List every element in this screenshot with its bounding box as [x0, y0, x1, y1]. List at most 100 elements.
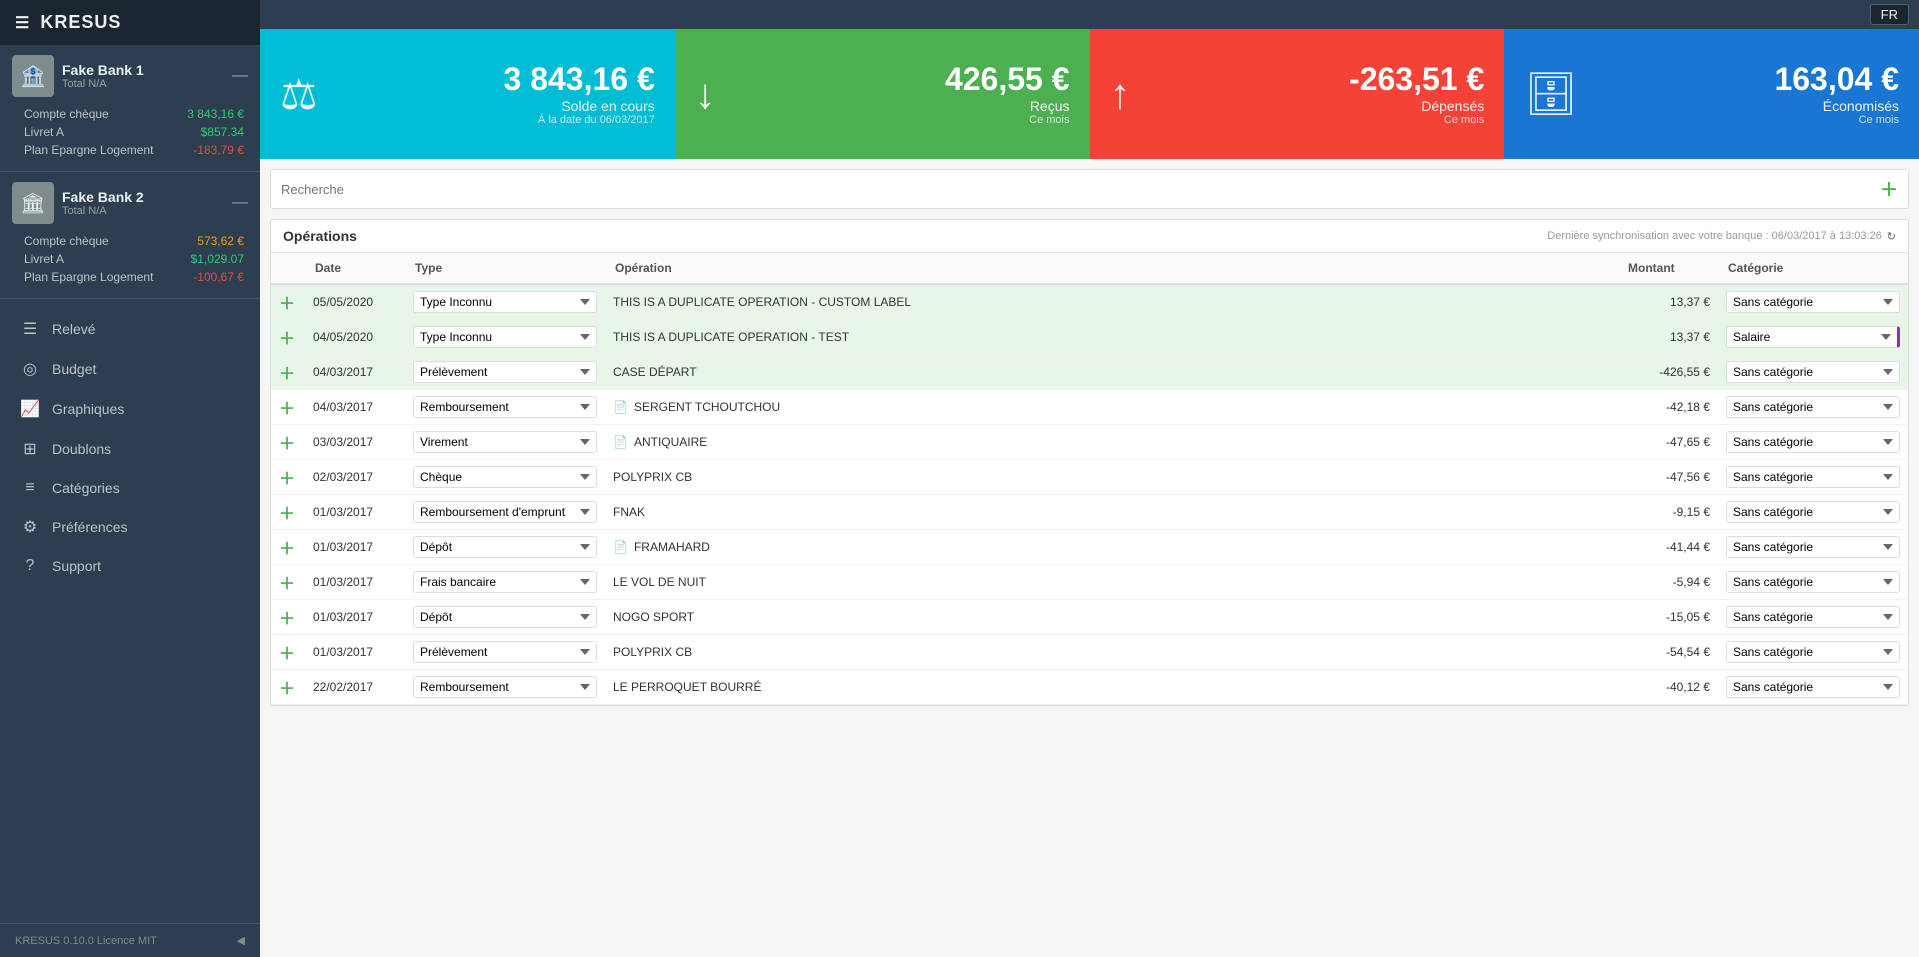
type-select[interactable]: Type Inconnu: [413, 326, 597, 348]
account-item[interactable]: Compte chèque 3 843,16 €: [20, 105, 248, 123]
category-select[interactable]: Sans catégorie: [1726, 291, 1900, 313]
row-type-cell: Frais bancaire: [405, 565, 605, 600]
category-select[interactable]: Sans catégorie: [1726, 536, 1900, 558]
row-add-button[interactable]: ＋: [279, 360, 297, 384]
hamburger-icon[interactable]: ☰: [15, 13, 30, 33]
operation-label: FRAMAHARD: [634, 540, 710, 554]
toggle-sidebar-icon[interactable]: ◀: [237, 934, 245, 947]
row-category-cell: Sans catégorie: [1718, 284, 1908, 320]
account-name: Compte chèque: [24, 107, 109, 121]
row-category-cell: Sans catégorie: [1718, 565, 1908, 600]
content-area: ＋ Opérations Dernière synchronisation av…: [260, 159, 1919, 957]
operation-label: ANTIQUAIRE: [634, 435, 707, 449]
operation-label: NOGO SPORT: [613, 610, 694, 624]
account-item[interactable]: Livret A $1,029.07: [20, 250, 248, 268]
sidebar-label-budget: Budget: [52, 361, 96, 377]
row-operation-cell: 📄 FRAMAHARD: [605, 530, 1618, 565]
row-add-button[interactable]: ＋: [279, 570, 297, 594]
table-row: ＋ 01/03/2017 Prélèvement POLYPRIX CB -54…: [271, 635, 1908, 670]
bank-name-bank2: Fake Bank 2: [62, 189, 144, 205]
sidebar-item-budget[interactable]: ◎ Budget: [0, 349, 260, 389]
account-item[interactable]: Livret A $857.34: [20, 123, 248, 141]
main-content: FR ⚖ 3 843,16 € Solde en cours À la date…: [260, 0, 1919, 957]
type-select[interactable]: Remboursement d'emprunt: [413, 501, 597, 523]
operation-label: LE PERROQUET BOURRÉ: [613, 680, 761, 694]
language-button[interactable]: FR: [1870, 4, 1909, 25]
type-select[interactable]: Dépôt: [413, 606, 597, 628]
type-select[interactable]: Frais bancaire: [413, 571, 597, 593]
row-type-cell: Chèque: [405, 460, 605, 495]
bank-header-bank1: 🏦 Fake Bank 1 Total N/A —: [12, 55, 248, 97]
row-operation-cell: POLYPRIX CB: [605, 635, 1618, 670]
app-title: KRESUS: [40, 12, 121, 33]
account-item[interactable]: Compte chèque 573,62 €: [20, 232, 248, 250]
row-add-button[interactable]: ＋: [279, 500, 297, 524]
row-add-cell: ＋: [271, 530, 305, 565]
sidebar-item-graphiques[interactable]: 📈 Graphiques: [0, 389, 260, 429]
bank-minimize-bank2[interactable]: —: [232, 194, 248, 212]
type-select[interactable]: Remboursement: [413, 676, 597, 698]
type-select[interactable]: Dépôt: [413, 536, 597, 558]
category-select[interactable]: Sans catégorie: [1726, 676, 1900, 698]
row-category-cell: Sans catégorie: [1718, 600, 1908, 635]
row-add-button[interactable]: ＋: [279, 395, 297, 419]
graphiques-icon: 📈: [20, 399, 40, 419]
row-add-button[interactable]: ＋: [279, 430, 297, 454]
search-input[interactable]: [281, 182, 1872, 197]
sync-icon[interactable]: ↻: [1887, 230, 1896, 243]
row-add-button[interactable]: ＋: [279, 325, 297, 349]
type-select[interactable]: Chèque: [413, 466, 597, 488]
account-value: $1,029.07: [191, 252, 244, 266]
card-sublabel-recus: Ce mois: [731, 114, 1070, 126]
category-select[interactable]: Sans catégorie: [1726, 641, 1900, 663]
row-amount: -9,15 €: [1618, 495, 1718, 530]
category-select[interactable]: Sans catégorie: [1726, 571, 1900, 593]
card-solde: ⚖ 3 843,16 € Solde en cours À la date du…: [260, 29, 675, 159]
type-select[interactable]: Prélèvement: [413, 641, 597, 663]
sidebar-item-support[interactable]: ? Support: [0, 547, 260, 585]
card-sublabel-depenses: Ce mois: [1146, 114, 1485, 126]
note-icon: 📄: [613, 435, 628, 449]
category-select[interactable]: Sans catégorie: [1726, 501, 1900, 523]
table-row: ＋ 02/03/2017 Chèque POLYPRIX CB -47,56 €…: [271, 460, 1908, 495]
col-header-cat: Catégorie: [1718, 253, 1908, 284]
row-date: 01/03/2017: [305, 565, 405, 600]
row-add-cell: ＋: [271, 390, 305, 425]
account-item[interactable]: Plan Epargne Logement -183,79 €: [20, 141, 248, 159]
bank-icon-bank1: 🏦: [12, 55, 54, 97]
category-select[interactable]: Sans catégorie: [1726, 431, 1900, 453]
card-amount-recus: 426,55 €: [731, 62, 1070, 97]
sidebar-item-releve[interactable]: ☰ Relevé: [0, 309, 260, 349]
category-select[interactable]: Salaire: [1726, 326, 1900, 348]
type-select[interactable]: Type Inconnu: [413, 291, 597, 313]
category-select[interactable]: Sans catégorie: [1726, 396, 1900, 418]
note-icon: 📄: [613, 540, 628, 554]
search-add-button[interactable]: ＋: [1880, 176, 1898, 202]
bank-minimize-bank1[interactable]: —: [232, 67, 248, 85]
bank-name-bank1: Fake Bank 1: [62, 62, 144, 78]
sidebar-item-categories[interactable]: ≡ Catégories: [0, 469, 260, 507]
col-header-add: [271, 253, 305, 284]
type-select[interactable]: Virement: [413, 431, 597, 453]
row-add-button[interactable]: ＋: [279, 290, 297, 314]
row-add-button[interactable]: ＋: [279, 675, 297, 699]
category-select[interactable]: Sans catégorie: [1726, 466, 1900, 488]
row-type-cell: Remboursement: [405, 390, 605, 425]
row-amount: -426,55 €: [1618, 355, 1718, 390]
category-select[interactable]: Sans catégorie: [1726, 606, 1900, 628]
support-icon: ?: [20, 557, 40, 575]
row-add-button[interactable]: ＋: [279, 465, 297, 489]
sidebar-item-preferences[interactable]: ⚙ Préférences: [0, 507, 260, 547]
row-add-button[interactable]: ＋: [279, 640, 297, 664]
account-item[interactable]: Plan Epargne Logement -100,67 €: [20, 268, 248, 286]
row-add-button[interactable]: ＋: [279, 605, 297, 629]
row-date: 02/03/2017: [305, 460, 405, 495]
row-add-button[interactable]: ＋: [279, 535, 297, 559]
row-amount: 13,37 €: [1618, 320, 1718, 355]
card-label-economies: Économisés: [1593, 98, 1899, 114]
category-select[interactable]: Sans catégorie: [1726, 361, 1900, 383]
card-sublabel-solde: À la date du 06/03/2017: [333, 114, 655, 126]
type-select[interactable]: Prélèvement: [413, 361, 597, 383]
type-select[interactable]: Remboursement: [413, 396, 597, 418]
sidebar-item-doublons[interactable]: ⊞ Doublons: [0, 429, 260, 469]
